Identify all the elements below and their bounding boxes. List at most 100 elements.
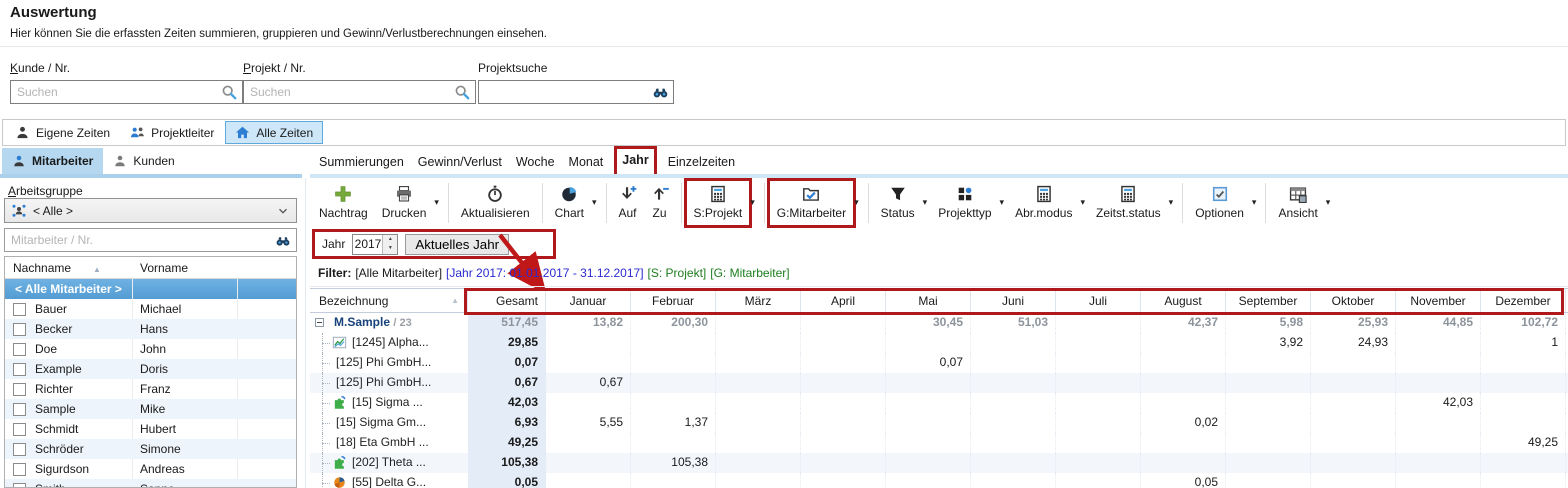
view-tab-monat[interactable]: Monat bbox=[569, 152, 604, 172]
mitarbeiter-row-schmidt[interactable]: SchmidtHubert bbox=[5, 419, 296, 439]
column-header-mai[interactable]: Mai bbox=[886, 289, 971, 312]
spinner-buttons[interactable]: ▲ ▼ bbox=[382, 235, 397, 254]
mitarbeiter-row-schröder[interactable]: SchröderSimone bbox=[5, 439, 296, 459]
toolbar-button-drucken[interactable]: Drucken bbox=[375, 181, 434, 225]
scope-tab-alle-zeiten[interactable]: Alle Zeiten bbox=[225, 121, 323, 144]
toolbar-button-status[interactable]: Status bbox=[874, 181, 922, 225]
column-header-januar[interactable]: Januar bbox=[546, 289, 631, 312]
column-header-august[interactable]: August bbox=[1141, 289, 1226, 312]
table-row-15-sigma-gm[interactable]: [15] Sigma Gm...6,935,551,370,02 bbox=[310, 413, 1568, 433]
projekt-search-input[interactable] bbox=[250, 81, 451, 103]
row-checkbox[interactable] bbox=[13, 383, 26, 396]
mitarbeiter-list-header[interactable]: Nachname▲ Vorname bbox=[5, 257, 296, 279]
projekt-search-field[interactable] bbox=[243, 80, 476, 104]
dropdown-caret-icon[interactable]: ▾ bbox=[750, 197, 755, 208]
mitarbeiter-row-sample[interactable]: SampleMike bbox=[5, 399, 296, 419]
nachname-column-header[interactable]: Nachname▲ bbox=[5, 261, 132, 275]
month-cell bbox=[1226, 413, 1311, 433]
row-checkbox[interactable] bbox=[13, 323, 26, 336]
toolbar-button-ansicht[interactable]: Ansicht bbox=[1271, 181, 1324, 225]
arbeitsgruppe-dropdown[interactable]: < Alle > bbox=[4, 198, 297, 223]
table-row-202-theta[interactable]: [202] Theta ...105,38105,38 bbox=[310, 453, 1568, 473]
month-cell: 105,38 bbox=[631, 453, 716, 473]
table-row-18-eta-gmbh[interactable]: [18] Eta GmbH ...49,2549,25 bbox=[310, 433, 1568, 453]
dropdown-caret-icon[interactable]: ▾ bbox=[592, 197, 597, 208]
mitarbeiter-row-sigurdson[interactable]: SigurdsonAndreas bbox=[5, 459, 296, 479]
scope-tab-projektleiter[interactable]: Projektleiter bbox=[121, 121, 223, 144]
view-tab-gewinn-verlust[interactable]: Gewinn/Verlust bbox=[418, 152, 502, 172]
table-row-m-sample[interactable]: M.Sample / 23517,4513,82200,3030,4551,03… bbox=[310, 313, 1568, 333]
column-header-gesamt[interactable]: Gesamt bbox=[468, 289, 546, 312]
toolbar-button-projekttyp[interactable]: Projekttyp bbox=[931, 181, 998, 225]
mitarbeiter-row-becker[interactable]: BeckerHans bbox=[5, 319, 296, 339]
left-tab-kunden[interactable]: Kunden bbox=[103, 148, 184, 174]
projektsuche-input[interactable] bbox=[485, 81, 649, 103]
row-checkbox[interactable] bbox=[13, 423, 26, 436]
kunde-search-field[interactable] bbox=[10, 80, 243, 104]
mitarbeiter-row-example[interactable]: ExampleDoris bbox=[5, 359, 296, 379]
column-header-september[interactable]: September bbox=[1226, 289, 1311, 312]
column-header-dezember[interactable]: Dezember bbox=[1481, 289, 1566, 312]
aktuelles-jahr-button[interactable]: Aktuelles Jahr bbox=[405, 234, 509, 255]
column-header-juni[interactable]: Juni bbox=[971, 289, 1056, 312]
collapse-expander-icon[interactable] bbox=[315, 318, 324, 327]
toolbar-button-chart[interactable]: Chart bbox=[548, 181, 591, 225]
column-header-juli[interactable]: Juli bbox=[1056, 289, 1141, 312]
row-checkbox[interactable] bbox=[13, 343, 26, 356]
toolbar-button-s-projekt[interactable]: S:Projekt bbox=[687, 181, 750, 225]
dropdown-caret-icon[interactable]: ▾ bbox=[1169, 197, 1174, 208]
mitarbeiter-row-smith[interactable]: SmithSanne bbox=[5, 479, 296, 488]
spin-down-icon[interactable]: ▼ bbox=[383, 244, 397, 254]
table-row-55-delta-g[interactable]: [55] Delta G...0,050,05 bbox=[310, 473, 1568, 488]
dropdown-caret-icon[interactable]: ▾ bbox=[854, 197, 859, 208]
toolbar-button-auf[interactable]: Auf bbox=[612, 181, 644, 225]
mitarbeiter-row-doe[interactable]: DoeJohn bbox=[5, 339, 296, 359]
row-checkbox[interactable] bbox=[13, 443, 26, 456]
toolbar-button-g-mitarbeiter[interactable]: G:Mitarbeiter bbox=[770, 181, 853, 225]
column-header-bezeichnung[interactable]: Bezeichnung▲ bbox=[310, 289, 468, 312]
toolbar-button-aktualisieren[interactable]: Aktualisieren bbox=[454, 181, 537, 225]
left-tab-mitarbeiter[interactable]: Mitarbeiter bbox=[2, 148, 103, 174]
all-mitarbeiter-row[interactable]: < Alle Mitarbeiter > bbox=[5, 279, 296, 299]
row-checkbox[interactable] bbox=[13, 463, 26, 476]
dropdown-caret-icon[interactable]: ▾ bbox=[1080, 197, 1085, 208]
mitarbeiter-row-bauer[interactable]: BauerMichael bbox=[5, 299, 296, 319]
projektsuche-field[interactable] bbox=[478, 80, 674, 104]
column-header-februar[interactable]: Februar bbox=[631, 289, 716, 312]
view-tab-jahr[interactable]: Jahr bbox=[617, 149, 653, 175]
view-tab-woche[interactable]: Woche bbox=[516, 152, 555, 172]
dropdown-caret-icon[interactable]: ▾ bbox=[1326, 197, 1331, 208]
dropdown-caret-icon[interactable]: ▾ bbox=[1000, 197, 1005, 208]
mitarbeiter-search-field[interactable] bbox=[4, 228, 297, 252]
table-row-125-phi-gmbh[interactable]: [125] Phi GmbH...0,070,07 bbox=[310, 353, 1568, 373]
scope-tab-eigene-zeiten[interactable]: Eigene Zeiten bbox=[6, 121, 119, 144]
toolbar-button-optionen[interactable]: Optionen bbox=[1188, 181, 1251, 225]
view-tab-einzelzeiten[interactable]: Einzelzeiten bbox=[668, 152, 735, 172]
column-header-november[interactable]: November bbox=[1396, 289, 1481, 312]
dropdown-caret-icon[interactable]: ▾ bbox=[1252, 197, 1257, 208]
dropdown-caret-icon[interactable]: ▾ bbox=[434, 197, 439, 208]
mitarbeiter-row-richter[interactable]: RichterFranz bbox=[5, 379, 296, 399]
year-spinner[interactable]: 2017 ▲ ▼ bbox=[352, 234, 398, 255]
kunde-search-input[interactable] bbox=[17, 81, 218, 103]
table-row-125-phi-gmbh[interactable]: [125] Phi GmbH...0,670,67 bbox=[310, 373, 1568, 393]
dropdown-caret-icon[interactable]: ▾ bbox=[923, 197, 928, 208]
column-header-oktober[interactable]: Oktober bbox=[1311, 289, 1396, 312]
column-header-april[interactable]: April bbox=[801, 289, 886, 312]
table-row-15-sigma[interactable]: [15] Sigma ...42,0342,03 bbox=[310, 393, 1568, 413]
row-checkbox[interactable] bbox=[13, 363, 26, 376]
table-row-1245-alpha[interactable]: [1245] Alpha...29,853,9224,931 bbox=[310, 333, 1568, 353]
spin-up-icon[interactable]: ▲ bbox=[383, 235, 397, 245]
row-checkbox[interactable] bbox=[13, 403, 26, 416]
column-header-märz[interactable]: März bbox=[716, 289, 801, 312]
toolbar-button-abr-modus[interactable]: Abr.modus bbox=[1008, 181, 1079, 225]
vorname-column-header[interactable]: Vorname bbox=[132, 261, 188, 275]
row-checkbox[interactable] bbox=[13, 483, 26, 488]
toolbar-button-zu[interactable]: Zu bbox=[644, 181, 676, 225]
row-checkbox[interactable] bbox=[13, 303, 26, 316]
view-tab-summierungen[interactable]: Summierungen bbox=[319, 152, 404, 172]
year-value[interactable]: 2017 bbox=[353, 237, 381, 251]
toolbar-button-nachtrag[interactable]: Nachtrag bbox=[312, 181, 375, 225]
mitarbeiter-search-input[interactable] bbox=[11, 230, 261, 250]
toolbar-button-zeitst-status[interactable]: Zeitst.status bbox=[1089, 181, 1168, 225]
